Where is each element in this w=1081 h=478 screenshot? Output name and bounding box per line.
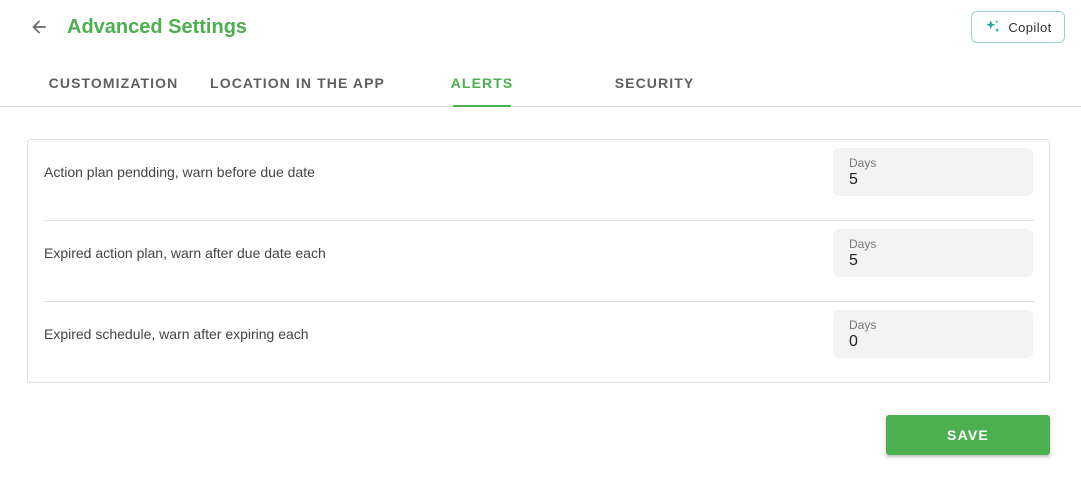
alert-row-label: Action plan pendding, warn before due da… (44, 164, 315, 180)
advanced-settings-page: Advanced Settings Copilot CUSTOMIZATION … (0, 0, 1081, 478)
days-field-value[interactable]: 5 (849, 171, 858, 189)
tab-location-in-the-app[interactable]: LOCATION IN THE APP (210, 60, 384, 106)
alert-row-label: Expired schedule, warn after expiring ea… (44, 326, 309, 342)
sparkle-icon (986, 20, 1000, 33)
days-field-value[interactable]: 5 (849, 252, 858, 270)
alerts-settings-card: Action plan pendding, warn before due da… (27, 139, 1050, 383)
alert-row-expired-action-plan: Expired action plan, warn after due date… (44, 221, 1034, 302)
days-input[interactable]: Days 5 (833, 229, 1033, 277)
save-button[interactable]: SAVE (886, 415, 1050, 455)
arrow-left-icon (32, 20, 46, 34)
days-field-label: Days (849, 156, 877, 170)
page-header: Advanced Settings Copilot (0, 0, 1081, 56)
days-field-label: Days (849, 237, 877, 251)
back-button[interactable] (24, 12, 54, 42)
days-input[interactable]: Days 0 (833, 310, 1033, 358)
tab-bar: CUSTOMIZATION LOCATION IN THE APP ALERTS… (0, 60, 1081, 107)
alert-row-action-plan-pending: Action plan pendding, warn before due da… (44, 140, 1034, 221)
alert-row-expired-schedule: Expired schedule, warn after expiring ea… (44, 302, 1034, 383)
copilot-label: Copilot (1008, 19, 1052, 35)
alert-row-label: Expired action plan, warn after due date… (44, 245, 326, 261)
tab-security[interactable]: SECURITY (615, 60, 693, 106)
tab-alerts[interactable]: ALERTS (451, 60, 512, 107)
tab-customization[interactable]: CUSTOMIZATION (49, 60, 178, 106)
copilot-button[interactable]: Copilot (971, 11, 1065, 43)
days-field-label: Days (849, 318, 877, 332)
days-input[interactable]: Days 5 (833, 148, 1033, 196)
page-title: Advanced Settings (67, 16, 248, 38)
days-field-value[interactable]: 0 (849, 333, 858, 351)
